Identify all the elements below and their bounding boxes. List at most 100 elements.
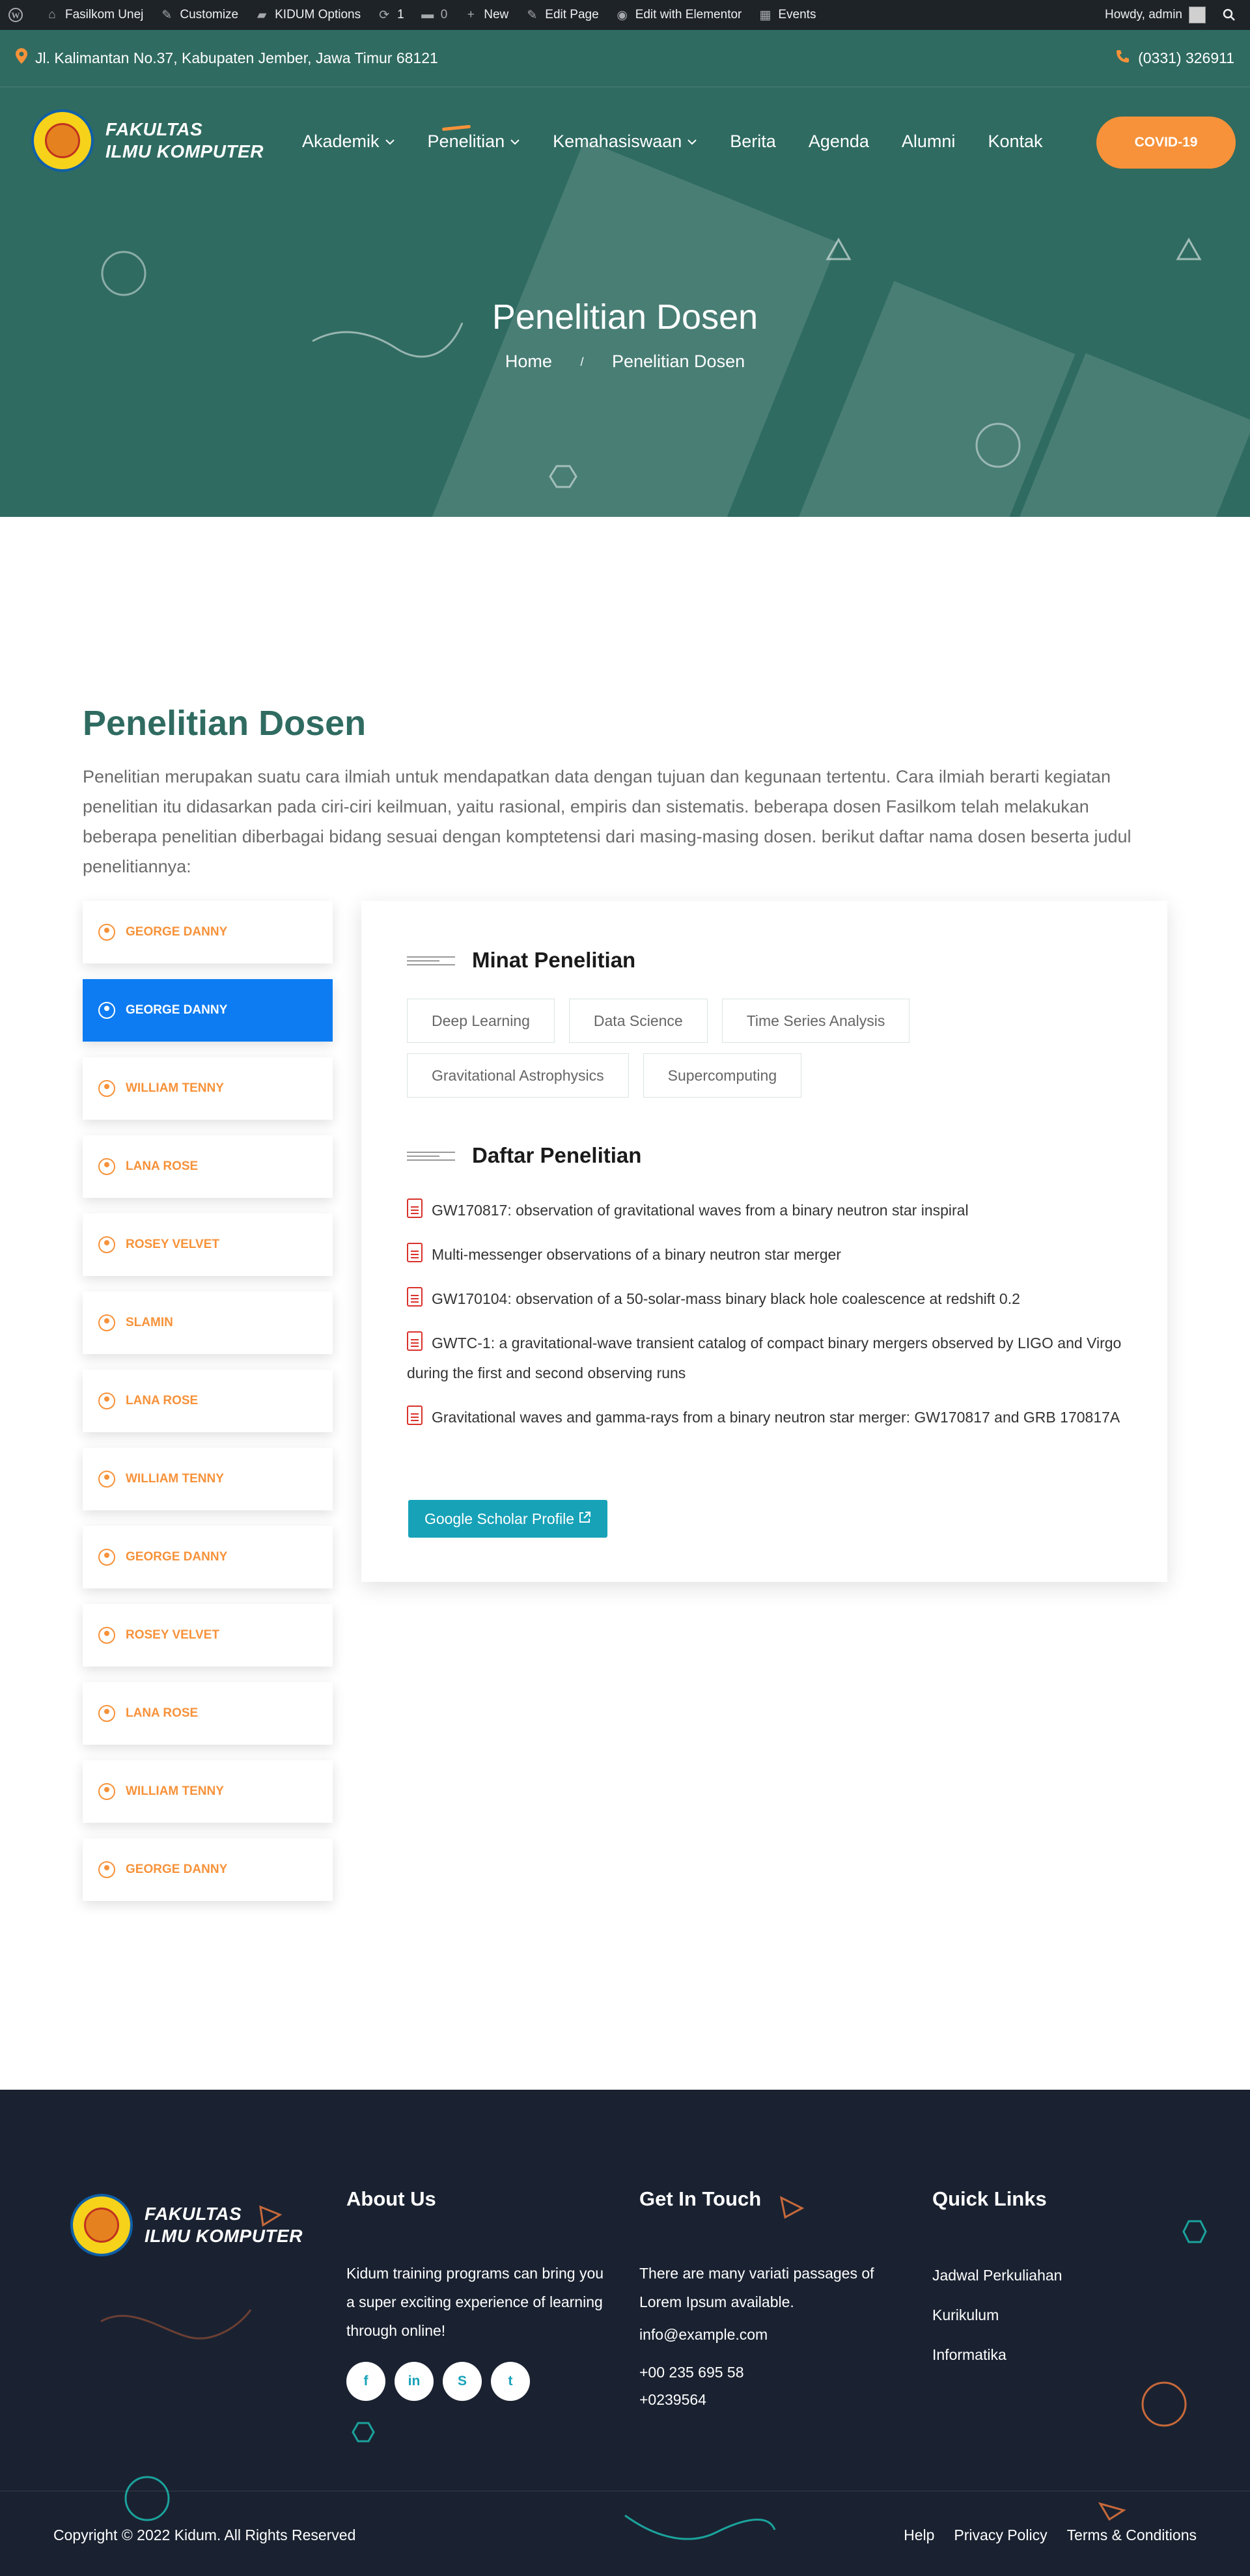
updates-icon: ⟳ [379, 8, 390, 22]
nav-kontak[interactable]: Kontak [988, 132, 1042, 152]
footer-logo[interactable]: FAKULTAS ILMU KOMPUTER [70, 2194, 303, 2256]
site-name-menu[interactable]: ⌂ Fasilkom Unej [36, 0, 151, 30]
help-link[interactable]: Help [904, 2527, 934, 2544]
research-title: Daftar Penelitian [472, 1143, 642, 1167]
nav-kemahasiswaan[interactable]: Kemahasiswaan [553, 132, 697, 152]
brush-icon: ✎ [161, 8, 173, 22]
breadcrumb-home-link[interactable]: Home [505, 352, 552, 371]
kidum-options-menu[interactable]: ▰ KIDUM Options [246, 0, 368, 30]
research-item[interactable]: GW170104: observation of a 50-solar-mass… [407, 1284, 1123, 1314]
wordpress-icon: W [8, 7, 23, 23]
location-pin-icon [16, 48, 27, 68]
comments-menu[interactable]: ▬ 0 [412, 0, 456, 30]
pdf-file-icon [407, 1406, 423, 1425]
lecturer-name: GEORGE DANNY [126, 925, 228, 939]
lecturer-name: GEORGE DANNY [126, 1550, 228, 1564]
terms-link[interactable]: Terms & Conditions [1067, 2527, 1197, 2544]
main-navbar: FAKULTAS ILMU KOMPUTER Akademik Peneliti… [0, 87, 1250, 198]
footer-logo-line-2: ILMU KOMPUTER [145, 2226, 303, 2246]
kidum-options-label: KIDUM Options [275, 8, 361, 21]
interest-chip: Data Science [568, 999, 708, 1043]
get-in-touch-title: Get In Touch [639, 2187, 762, 2210]
research-title-text: GW170817: observation of gravitational w… [432, 1202, 969, 1219]
lecturer-tab-active[interactable]: GEORGE DANNY [83, 979, 333, 1042]
lecturer-tab-list: GEORGE DANNY GEORGE DANNY WILLIAM TENNY … [83, 901, 333, 1917]
lecturer-tab[interactable]: GEORGE DANNY [83, 901, 333, 963]
nav-agenda[interactable]: Agenda [809, 132, 869, 152]
research-item[interactable]: GW170817: observation of gravitational w… [407, 1195, 1123, 1225]
user-circle-icon [98, 1861, 115, 1878]
interest-chip: Time Series Analysis [721, 999, 910, 1043]
user-circle-icon [98, 924, 115, 941]
elementor-label: Edit with Elementor [635, 8, 742, 21]
quick-link[interactable]: Informatika [932, 2346, 1062, 2364]
user-circle-icon [98, 1158, 115, 1175]
privacy-policy-link[interactable]: Privacy Policy [954, 2527, 1047, 2544]
research-item[interactable]: GWTC-1: a gravitational-wave transient c… [407, 1328, 1123, 1388]
footer-phone-2[interactable]: +0239564 [639, 2385, 706, 2414]
quick-link[interactable]: Kurikulum [932, 2306, 1062, 2324]
lecturer-tab[interactable]: GEORGE DANNY [83, 1838, 333, 1901]
lecturer-tab[interactable]: WILLIAM TENNY [83, 1448, 333, 1510]
quick-links-list: Jadwal Perkuliahan Kurikulum Informatika [932, 2267, 1062, 2386]
account-menu[interactable]: Howdy, admin [1097, 0, 1214, 30]
lecturer-tab[interactable]: GEORGE DANNY [83, 1526, 333, 1588]
lecturer-tab[interactable]: ROSEY VELVET [83, 1604, 333, 1667]
research-heading: Daftar Penelitian [407, 1143, 641, 1168]
user-circle-icon [98, 1549, 115, 1566]
skype-icon[interactable]: S [443, 2362, 482, 2401]
lecturer-tab[interactable]: LANA ROSE [83, 1370, 333, 1432]
twitter-icon[interactable]: t [491, 2362, 530, 2401]
covid-19-button[interactable]: COVID-19 [1096, 117, 1236, 169]
edit-with-elementor-menu[interactable]: ◉ Edit with Elementor [607, 0, 750, 30]
quick-link[interactable]: Jadwal Perkuliahan [932, 2267, 1062, 2284]
footer-email[interactable]: info@example.com [639, 2320, 768, 2349]
interests-heading: Minat Penelitian [407, 948, 635, 973]
faculty-logo[interactable]: FAKULTAS ILMU KOMPUTER [31, 109, 264, 172]
nav-alumni[interactable]: Alumni [902, 132, 956, 152]
logo-line-1: FAKULTAS [105, 119, 203, 139]
lecturer-name: ROSEY VELVET [126, 1238, 219, 1251]
research-item[interactable]: Gravitational waves and gamma-rays from … [407, 1402, 1123, 1432]
updates-menu[interactable]: ⟳ 1 [368, 0, 412, 30]
updates-count: 1 [397, 8, 404, 21]
events-menu[interactable]: ▦ Events [749, 0, 824, 30]
edit-page-label: Edit Page [545, 8, 599, 21]
wordpress-logo-button[interactable]: W [0, 0, 36, 30]
nav-penelitian[interactable]: Penelitian [428, 132, 521, 152]
lecturer-name: LANA ROSE [126, 1706, 199, 1720]
customize-menu[interactable]: ✎ Customize [151, 0, 246, 30]
lecturer-tab[interactable]: WILLIAM TENNY [83, 1057, 333, 1120]
google-scholar-button[interactable]: Google Scholar Profile [408, 1500, 607, 1538]
nav-berita[interactable]: Berita [730, 132, 776, 152]
hero-section: Jl. Kalimantan No.37, Kabupaten Jember, … [0, 30, 1250, 517]
phone-link[interactable]: (0331) 326911 [1115, 49, 1234, 68]
nav-agenda-label: Agenda [808, 131, 869, 151]
research-title-text: GWTC-1: a gravitational-wave transient c… [407, 1335, 1122, 1381]
lecturer-tab[interactable]: WILLIAM TENNY [83, 1760, 333, 1823]
new-content-menu[interactable]: + New [455, 0, 516, 30]
facebook-icon[interactable]: f [346, 2362, 385, 2401]
user-circle-icon [98, 1471, 115, 1488]
contact-topbar: Jl. Kalimantan No.37, Kabupaten Jember, … [0, 30, 1250, 87]
footer-phone-1[interactable]: +00 235 695 58 [639, 2358, 744, 2387]
nav-akademik[interactable]: Akademik [302, 132, 395, 152]
research-title-text: Multi-messenger observations of a binary… [432, 1246, 841, 1263]
lecturer-tab[interactable]: ROSEY VELVET [83, 1213, 333, 1276]
linkedin-icon[interactable]: in [395, 2362, 434, 2401]
breadcrumb-separator: / [580, 355, 584, 369]
edit-page-menu[interactable]: ✎ Edit Page [516, 0, 606, 30]
research-list: GW170817: observation of gravitational w… [407, 1195, 1123, 1447]
pdf-file-icon [407, 1198, 423, 1218]
nav-kontak-label: Kontak [988, 131, 1043, 151]
nav-akademik-label: Akademik [302, 131, 380, 151]
user-circle-icon [98, 1002, 115, 1019]
lecturer-name: LANA ROSE [126, 1394, 199, 1407]
research-item[interactable]: Multi-messenger observations of a binary… [407, 1240, 1123, 1269]
plus-icon: + [467, 8, 475, 21]
lecturer-tab[interactable]: LANA ROSE [83, 1682, 333, 1745]
lecturer-tab[interactable]: LANA ROSE [83, 1135, 333, 1198]
lecturer-tab[interactable]: SLAMIN [83, 1292, 333, 1354]
admin-search-button[interactable] [1214, 0, 1250, 30]
svg-text:W: W [12, 10, 20, 20]
